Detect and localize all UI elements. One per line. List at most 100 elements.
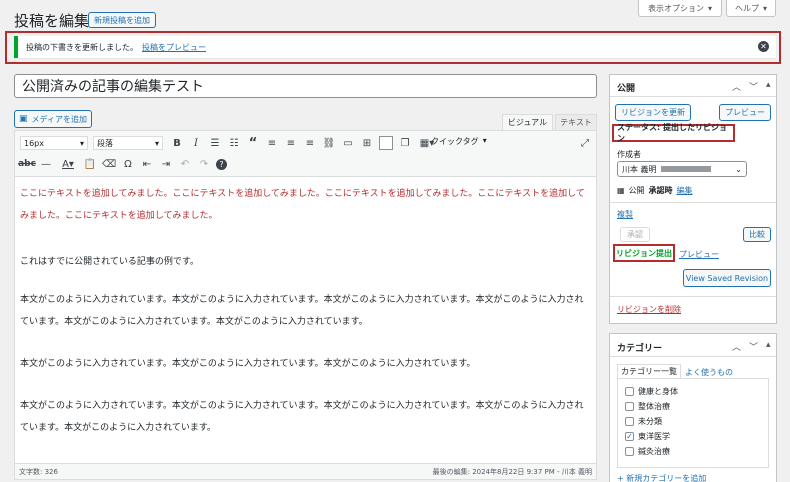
visibility-row: ▦ 公開 承認時 編集 — [617, 185, 693, 196]
add-media-button[interactable]: ▣ メディアを追加 — [14, 110, 92, 128]
chevron-up-icon[interactable]: ︿ — [732, 80, 741, 93]
color-swatch[interactable] — [379, 136, 393, 150]
link-icon[interactable]: ⛓ — [322, 136, 336, 150]
calendar-icon: ▦ — [617, 186, 625, 195]
paste-text-icon[interactable]: 📋 — [83, 157, 97, 171]
caret-down-icon: ▾ — [154, 138, 159, 148]
caret-down-icon: ▾ — [482, 136, 487, 145]
divider — [610, 202, 776, 203]
update-notice: 投稿の下書きを更新しました。 投稿をプレビュー ✕ — [14, 36, 776, 58]
category-heading: カテゴリー — [617, 344, 663, 354]
duplicate-link[interactable]: 複製 — [617, 209, 633, 220]
status-text: ステータス: 提出したリビジョン — [617, 123, 727, 143]
tab-visual[interactable]: ビジュアル — [502, 114, 553, 130]
more-tag-icon[interactable]: ▭ — [341, 136, 355, 150]
preview-post-link[interactable]: 投稿をプレビュー — [142, 42, 206, 53]
chevron-up-icon[interactable]: ︿ — [732, 340, 741, 353]
screen-options-button[interactable]: 表示オプション ▾ — [638, 0, 722, 17]
author-value: 川本 義明 — [622, 164, 711, 175]
tab-popular-categories[interactable]: よく使うもの — [685, 367, 733, 378]
numbered-list-icon[interactable]: ☷ — [227, 136, 241, 150]
category-item[interactable]: 未分類 — [625, 414, 768, 429]
compare-button[interactable]: 比較 — [743, 227, 771, 242]
clear-format-icon[interactable]: ⌫ — [102, 157, 116, 171]
view-saved-revision-button[interactable]: View Saved Revision — [683, 269, 771, 287]
update-revision-button[interactable]: リビジョンを更新 — [615, 104, 691, 121]
add-new-post-button[interactable]: 新規投稿を追加 — [88, 12, 156, 28]
align-right-icon[interactable]: ≡ — [303, 136, 317, 150]
post-title-text: 公開済みの記事の編集テスト — [22, 79, 204, 95]
copy-icon[interactable]: ❐ — [398, 136, 412, 150]
category-item[interactable]: 健康と身体 — [625, 384, 768, 399]
help-label: ヘルプ — [734, 3, 759, 13]
divider — [610, 296, 776, 297]
author-select[interactable]: 川本 義明 ⌄ — [617, 161, 747, 177]
quicktag-select[interactable]: クイックタグ ▾ — [431, 136, 487, 147]
text-color-icon[interactable]: A▾ — [58, 157, 78, 171]
paragraph: 本文がこのように入力されています。本文がこのように入力されています。本文がこのよ… — [20, 359, 476, 369]
special-character-icon[interactable]: Ω — [121, 157, 135, 171]
italic-icon[interactable]: I — [189, 136, 203, 150]
checkbox-checked[interactable]: ✓ — [625, 432, 634, 441]
visibility-value: 承認時 — [648, 186, 673, 195]
checkbox[interactable] — [625, 387, 634, 396]
align-left-icon[interactable]: ≡ — [265, 136, 279, 150]
bullet-list-icon[interactable]: ☰ — [208, 136, 222, 150]
checkbox[interactable] — [625, 447, 634, 456]
add-new-category-link[interactable]: + 新規カテゴリーを追加 — [617, 473, 706, 482]
chevron-down-icon[interactable]: ﹀ — [749, 340, 758, 353]
bold-icon[interactable]: B — [170, 136, 184, 150]
preview-button[interactable]: プレビュー — [719, 104, 771, 121]
last-edit-info: 最後の編集: 2024年8月22日 9:37 PM - 川本 義明 — [432, 467, 592, 476]
chevron-down-icon[interactable]: ﹀ — [749, 80, 758, 93]
checkbox[interactable] — [625, 417, 634, 426]
indent-icon[interactable]: ⇥ — [159, 157, 173, 171]
page-title: 投稿を編集 — [14, 12, 90, 30]
toolbar-toggle-icon[interactable]: ⊞ — [360, 136, 374, 150]
outdent-icon[interactable]: ⇤ — [140, 157, 154, 171]
category-item[interactable]: ✓ 東洋医学 — [625, 429, 768, 444]
word-count: 文字数: 326 — [19, 467, 58, 476]
strikethrough-icon[interactable]: abc — [18, 157, 36, 171]
visibility-label: 公開 — [628, 186, 645, 195]
toolbar-row-1: B I ☰ ☷ “ ≡ ≡ ≡ ⛓ ▭ ⊞ ❐ ▦▾ — [170, 136, 437, 151]
toolbar-row-2: abc — A▾ 📋 ⌫ Ω ⇤ ⇥ ↶ ↷ ? — [18, 157, 227, 171]
align-center-icon[interactable]: ≡ — [284, 136, 298, 150]
horizontal-line-icon[interactable]: — — [39, 157, 53, 171]
help-icon[interactable]: ? — [216, 158, 227, 170]
blockquote-icon[interactable]: “ — [246, 136, 260, 151]
submit-revision-button[interactable]: リビジョン提出 — [616, 248, 672, 259]
redo-icon[interactable]: ↷ — [197, 157, 211, 171]
post-title-input[interactable]: 公開済みの記事の編集テスト — [14, 74, 597, 98]
category-item[interactable]: 整体治療 — [625, 399, 768, 414]
status-highlight: ステータス: 提出したリビジョン — [612, 123, 735, 143]
collapse-icon[interactable]: ▴ — [766, 340, 771, 353]
font-size-select[interactable]: 16px ▾ — [20, 136, 88, 150]
divider — [610, 96, 776, 97]
collapse-icon[interactable]: ▴ — [766, 80, 771, 93]
panel-controls: ︿ ﹀ ▴ — [732, 80, 771, 93]
delete-revision-link[interactable]: リビジョンを削除 — [617, 304, 681, 315]
paragraph: 本文がこのように入力されています。本文がこのように入力されています。本文がこのよ… — [20, 401, 584, 433]
format-select[interactable]: 段落 ▾ — [93, 136, 163, 150]
help-button[interactable]: ヘルプ ▾ — [726, 0, 776, 17]
fullscreen-icon[interactable]: ⤢ — [578, 136, 592, 150]
chevron-down-icon: ⌄ — [735, 164, 742, 174]
quicktag-label: クイックタグ — [431, 137, 479, 146]
caret-down-icon: ▾ — [707, 3, 712, 13]
checkbox[interactable] — [625, 402, 634, 411]
editor-content[interactable]: ここにテキストを追加してみました。ここにテキストを追加してみました。ここにテキス… — [20, 183, 590, 439]
panel-controls: ︿ ﹀ ▴ — [732, 340, 771, 353]
approve-button[interactable]: 承認 — [620, 227, 650, 242]
dismiss-icon[interactable]: ✕ — [758, 41, 769, 52]
format-value: 段落 — [97, 138, 113, 148]
caret-down-icon: ▾ — [762, 3, 767, 13]
redacted-block — [660, 166, 711, 172]
tab-all-categories[interactable]: カテゴリー一覧 — [617, 364, 681, 379]
edit-visibility-link[interactable]: 編集 — [677, 185, 693, 196]
category-item[interactable]: 鍼灸治療 — [625, 444, 768, 459]
undo-icon[interactable]: ↶ — [178, 157, 192, 171]
screen-options-label: 表示オプション — [647, 3, 704, 13]
preview-revision-link[interactable]: プレビュー — [679, 249, 719, 260]
tab-text[interactable]: テキスト — [555, 114, 597, 130]
